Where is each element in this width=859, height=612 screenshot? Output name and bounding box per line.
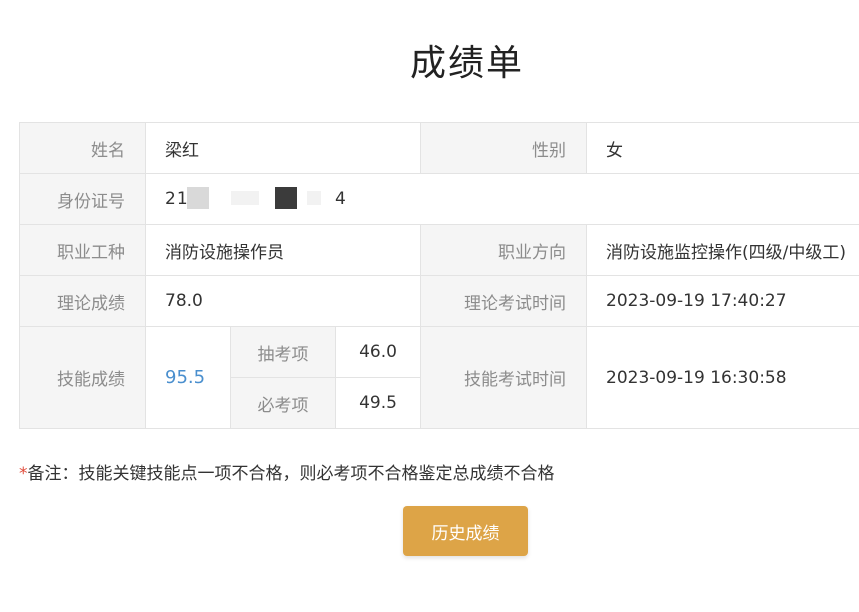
direction-label: 职业方向 (420, 224, 587, 276)
skill-time-value: 2023-09-19 16:30:58 (586, 326, 859, 429)
id-value: 21 4 (145, 173, 859, 225)
redaction-block (231, 191, 259, 205)
remark-text: 备注：技能关键技能点一项不合格，则必考项不合格鉴定总成绩不合格 (27, 464, 555, 484)
history-scores-button[interactable]: 历史成绩 (403, 506, 528, 556)
direction-value: 消防设施监控操作(四级/中级工) (586, 224, 859, 276)
table-row: 技能成绩 95.5 抽考项 46.0 技能考试时间 2023-09-19 16:… (19, 326, 859, 429)
redaction-block (187, 187, 209, 209)
remark-note: *备注：技能关键技能点一项不合格，则必考项不合格鉴定总成绩不合格 (19, 459, 555, 484)
skill-score-value: 95.5 (145, 326, 231, 429)
sampled-item-score: 46.0 (335, 326, 421, 378)
name-label: 姓名 (19, 122, 146, 174)
skill-score-label: 技能成绩 (19, 326, 146, 429)
sampled-item-label: 抽考项 (230, 326, 336, 378)
theory-score-label: 理论成绩 (19, 275, 146, 327)
table-row: 职业工种 消防设施操作员 职业方向 消防设施监控操作(四级/中级工) (19, 224, 859, 276)
gender-value: 女 (586, 122, 859, 174)
theory-time-label: 理论考试时间 (420, 275, 587, 327)
required-star: * (19, 464, 28, 484)
occupation-label: 职业工种 (19, 224, 146, 276)
required-item-label: 必考项 (230, 377, 336, 429)
table-row: 身份证号 21 4 (19, 173, 859, 225)
gender-label: 性别 (420, 122, 587, 174)
id-label: 身份证号 (19, 173, 146, 225)
id-number-masked: 21 4 (165, 187, 385, 211)
table-row: 理论成绩 78.0 理论考试时间 2023-09-19 17:40:27 (19, 275, 859, 327)
required-item-score: 49.5 (335, 377, 421, 429)
theory-time-value: 2023-09-19 17:40:27 (586, 275, 859, 327)
id-suffix: 4 (335, 189, 346, 209)
theory-score-value: 78.0 (145, 275, 421, 327)
redaction-block (307, 191, 321, 205)
table-row: 姓名 梁红 性别 女 (19, 122, 859, 174)
id-prefix: 21 (165, 189, 189, 209)
occupation-value: 消防设施操作员 (145, 224, 421, 276)
redaction-block (275, 187, 297, 209)
name-value: 梁红 (145, 122, 421, 174)
skill-time-label: 技能考试时间 (420, 326, 587, 429)
page-title: 成绩单 (409, 43, 524, 84)
grade-table: 姓名 梁红 性别 女 身份证号 21 4 职业工种 消防设施操作员 职业方向 消… (19, 122, 859, 429)
